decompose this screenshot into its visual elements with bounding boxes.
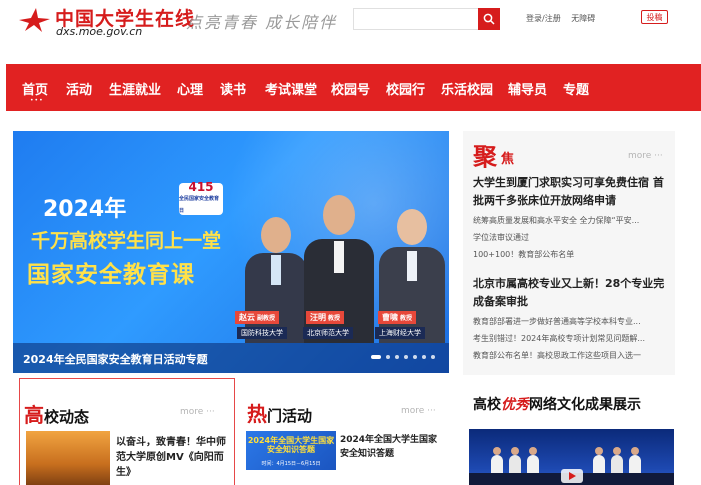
hot-activities-more-link[interactable]: more ··· [401,406,436,416]
speaker-1-university: 国防科技大学 [237,327,287,339]
focus-list-item[interactable]: 100+100！教育部公布名单 [473,249,669,260]
focus-list-item[interactable]: 学位法审议通过 [473,232,669,243]
nav-item-career[interactable]: 生涯就业 [109,79,161,98]
activity-thumb-title: 2024年全国大学生国家安全知识答题 [247,436,335,454]
speaker-2-university: 北京师范大学 [303,327,353,339]
security-day-badge: 415 全民国家安全教育日 [179,180,223,215]
badge-number: 415 [188,180,214,194]
campus-news-more-link[interactable]: more ··· [180,407,215,417]
accessibility-link[interactable]: 无障碍 [571,14,595,23]
focus-list-item[interactable]: 考生别错过！2024年高校专项计划常见问题解... [473,333,669,344]
nav-active-indicator: ••• [30,97,44,104]
focus-title-big: 聚 [473,142,497,171]
badge-caption: 全民国家安全教育日 [179,196,220,214]
carousel-dot[interactable] [386,355,390,359]
carousel-dots [366,355,435,359]
search-button[interactable] [478,8,500,30]
nav-item-campus-life[interactable]: 乐活校园 [441,79,493,98]
news-thumbnail[interactable] [26,431,110,485]
play-button[interactable] [561,469,583,483]
banner-year: 2024年 [43,197,127,222]
hot-activities-section: 热门活动 more ··· 2024年全国大学生国家安全知识答题 时间：4月15… [243,378,443,485]
focus-panel: 聚 焦 more ··· 大学生到厦门求职实习可享免费住宿 首批两千多张床位开放… [463,131,675,375]
search-icon [483,13,495,25]
carousel-dot[interactable] [422,355,426,359]
focus-list-item[interactable]: 教育部部署进一步做好普通高等学校本科专业... [473,316,669,327]
banner-caption[interactable]: 2024年全民国家安全教育日活动专题 [23,351,208,367]
nav-item-campus-tour[interactable]: 校园行 [386,79,425,98]
carousel-dot[interactable] [413,355,417,359]
campus-news-title: 高校动态 [24,403,90,427]
carousel-dot[interactable] [371,355,381,359]
speaker-3-name: 曹啸 教授 [378,311,417,324]
campus-news-section: 高校动态 more ··· 以奋斗，致青春！华中师范大学原创MV《向阳而生》 [19,378,235,485]
culture-showcase-title: 高校优秀网络文化成果展示 [473,397,641,413]
banner-caption-bar: 2024年全民国家安全教育日活动专题 [13,343,449,373]
speaker-1-name: 赵云 副教授 [235,311,280,324]
activity-thumbnail[interactable]: 2024年全国大学生国家安全知识答题 时间：4月15日－6月15日 [246,431,336,470]
hot-activities-title: 热门活动 [247,402,313,426]
activity-item-title[interactable]: 2024年全国大学生国家安全知识答题 [340,433,442,461]
speaker-3-university: 上海财经大学 [375,327,425,339]
focus-headline-1[interactable]: 大学生到厦门求职实习可享免费住宿 首批两千多张床位开放网络申请 [473,174,669,210]
nav-item-topics[interactable]: 专题 [563,79,589,98]
news-item-title[interactable]: 以奋斗，致青春！华中师范大学原创MV《向阳而生》 [116,435,228,480]
carousel-dot[interactable] [395,355,399,359]
nav-item-activities[interactable]: 活动 [66,79,92,98]
nav-item-counselor[interactable]: 辅导员 [508,79,547,98]
site-domain: dxs.moe.gov.cn [56,25,143,38]
carousel-dot[interactable] [431,355,435,359]
culture-showcase-image[interactable] [469,429,674,485]
focus-list-item[interactable]: 教育部公布名单！高校思政工作这些项目入选一 [473,350,669,361]
logo-star-icon[interactable] [17,6,51,32]
search-input[interactable] [353,8,478,30]
top-links: 登录/注册 无障碍 [526,13,603,24]
site-slogan: 点亮青春 成长陪伴 [186,13,338,32]
nav-item-reading[interactable]: 读书 [220,79,246,98]
focus-list-item[interactable]: 统筹高质量发展和高水平安全 全力保障“平安... [473,215,669,226]
carousel-dot[interactable] [404,355,408,359]
nav-item-psychology[interactable]: 心理 [177,79,203,98]
focus-more-link[interactable]: more ··· [628,151,663,161]
nav-item-exam-class[interactable]: 考试课堂 [265,79,317,98]
hero-banner[interactable]: 2024年 千万高校学生同上一堂 国家安全教育课 415 全民国家安全教育日 赵… [13,131,449,373]
focus-title-small: 焦 [501,152,515,167]
nav-item-home[interactable]: 首页 [22,79,48,98]
login-register-link[interactable]: 登录/注册 [526,14,561,23]
focus-headline-2[interactable]: 北京市属高校专业又上新！28个专业完成备案审批 [473,275,669,311]
site-header: 中国大学生在线 dxs.moe.gov.cn 点亮青春 成长陪伴 登录/注册 无… [0,0,701,62]
activity-thumb-date: 时间：4月15日－6月15日 [261,461,321,467]
banner-headline: 千万高校学生同上一堂 [31,230,222,252]
banner-subheadline: 国家安全教育课 [27,262,195,288]
play-icon [569,472,576,480]
submit-article-button[interactable]: 投稿 [641,10,668,24]
main-nav: 首页 ••• 活动 生涯就业 心理 读书 考试课堂 校园号 校园行 乐活校园 辅… [6,64,701,111]
speaker-2-name: 汪明 教授 [306,311,345,324]
nav-item-campus-accounts[interactable]: 校园号 [331,79,370,98]
